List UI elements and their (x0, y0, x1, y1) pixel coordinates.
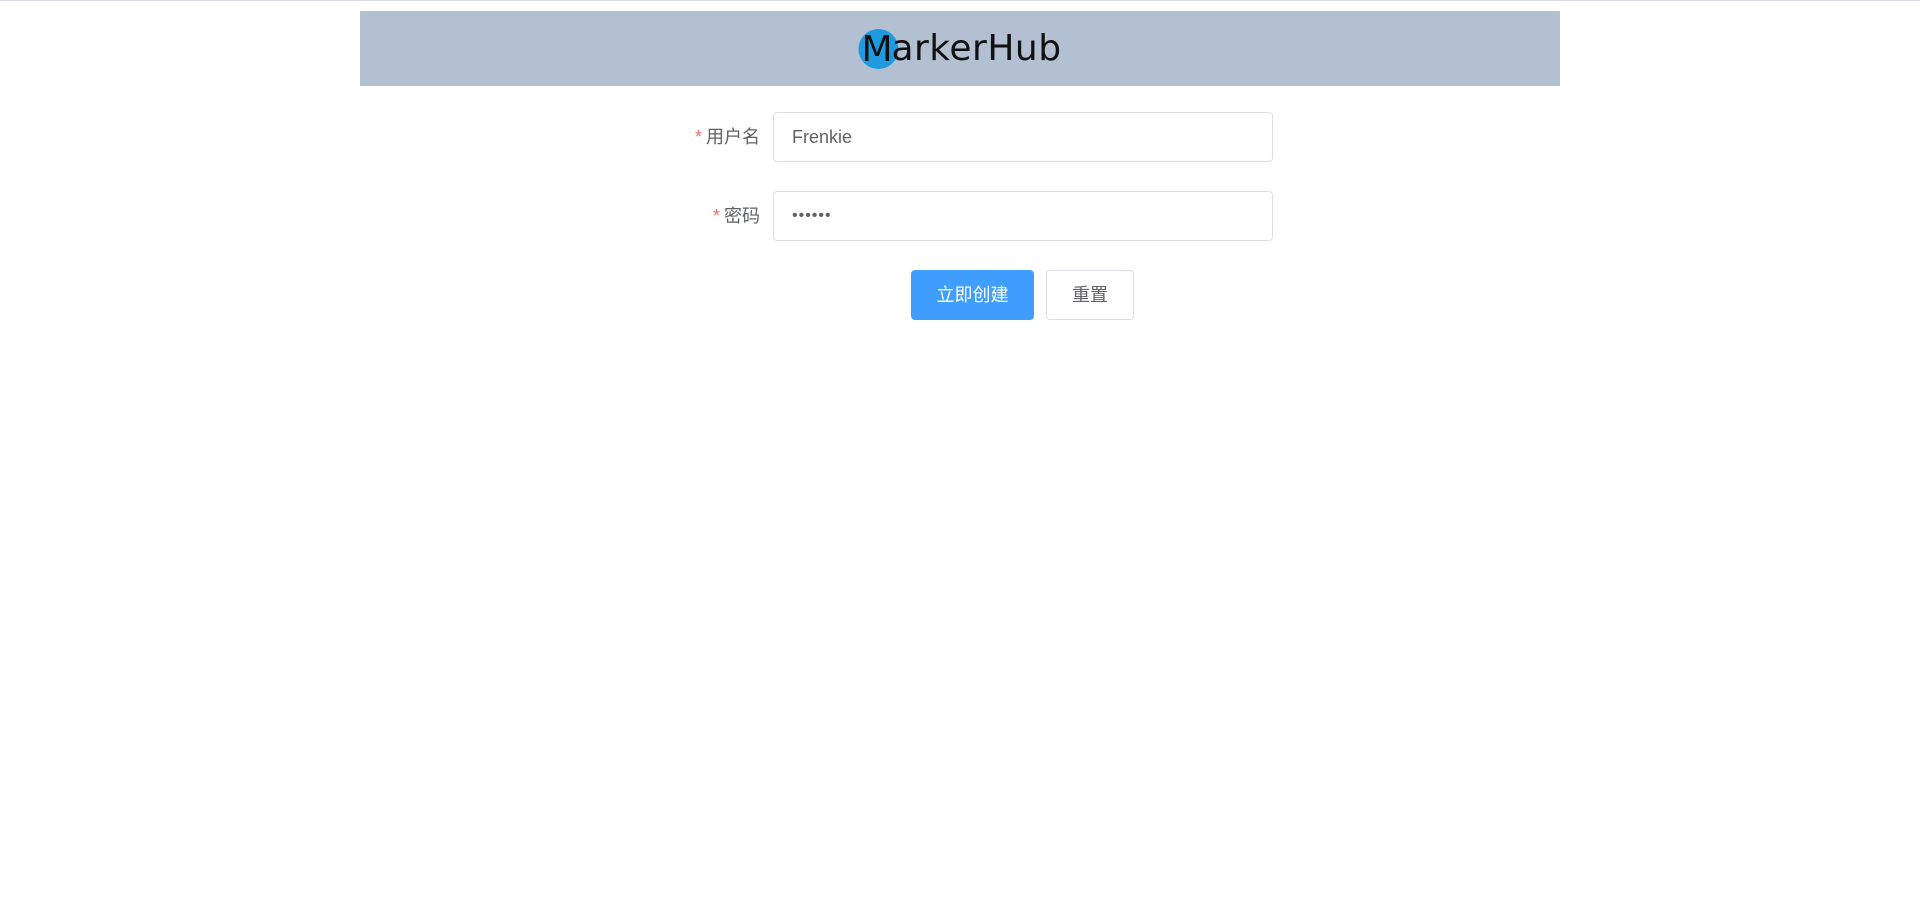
username-label-text: 用户名 (706, 127, 760, 147)
page-header: M arkerHub (360, 11, 1560, 86)
required-mark: * (694, 127, 702, 147)
logo-text: arkerHub (891, 27, 1062, 69)
logo-letter: M (861, 28, 893, 70)
password-label: * 密码 (660, 191, 760, 241)
reset-button[interactable]: 重置 (1046, 270, 1134, 320)
password-input[interactable]: •••••• (773, 191, 1273, 241)
required-mark: * (712, 206, 720, 226)
create-button[interactable]: 立即创建 (911, 270, 1034, 320)
top-divider (0, 0, 1920, 1)
markerhub-logo[interactable]: M arkerHub (858, 27, 1062, 70)
password-form-item: * 密码 •••••• (660, 191, 1274, 241)
password-label-text: 密码 (724, 206, 760, 226)
username-input[interactable]: Frenkie (773, 112, 1273, 162)
username-label: * 用户名 (660, 112, 760, 162)
username-form-item: * 用户名 Frenkie (660, 112, 1274, 162)
